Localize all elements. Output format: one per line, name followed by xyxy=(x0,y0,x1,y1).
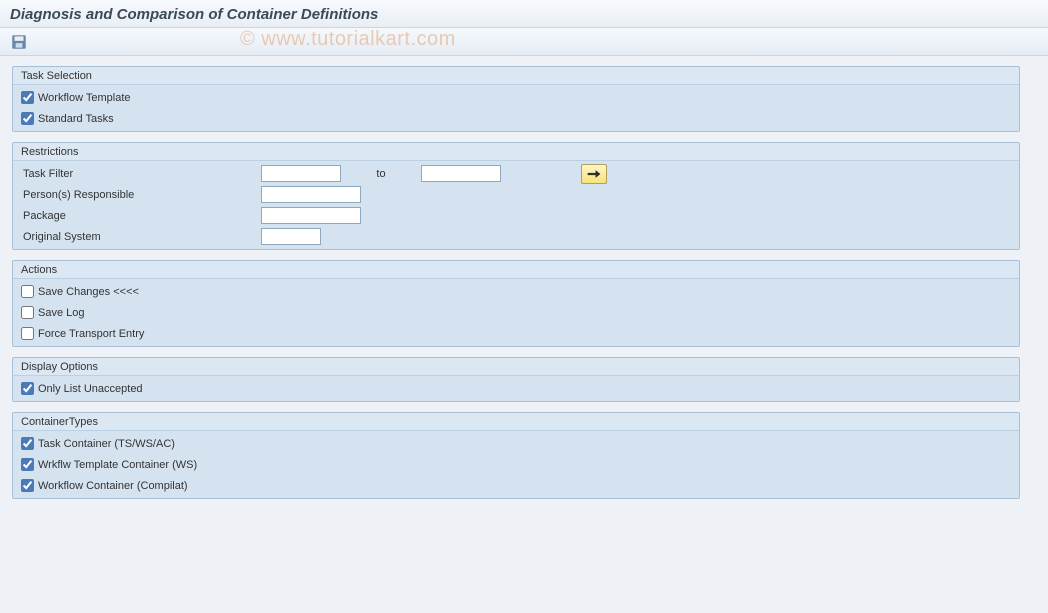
titlebar: Diagnosis and Comparison of Container De… xyxy=(0,0,1048,28)
checkbox-label: Force Transport Entry xyxy=(38,328,144,340)
input-persons-responsible[interactable] xyxy=(261,186,361,203)
checkbox-only-list-unaccepted-label[interactable]: Only List Unaccepted xyxy=(21,382,143,395)
content-area: Task Selection Workflow Template Standar… xyxy=(0,56,1048,519)
checkbox-label: Save Changes <<<< xyxy=(38,286,139,298)
checkbox-workflow-template[interactable] xyxy=(21,91,34,104)
label-package: Package xyxy=(21,210,261,222)
group-title: Display Options xyxy=(13,358,1019,375)
checkbox-label: Save Log xyxy=(38,307,84,319)
label-original-system: Original System xyxy=(21,231,261,243)
input-original-system[interactable] xyxy=(261,228,321,245)
group-title: Actions xyxy=(13,261,1019,278)
checkbox-label: Only List Unaccepted xyxy=(38,383,143,395)
checkbox-workflow-container[interactable] xyxy=(21,479,34,492)
group-restrictions: Restrictions Task Filter to Person(s) Re… xyxy=(12,142,1020,250)
group-title: ContainerTypes xyxy=(13,413,1019,430)
arrow-right-icon xyxy=(587,168,601,180)
checkbox-standard-tasks[interactable] xyxy=(21,112,34,125)
checkbox-save-changes[interactable] xyxy=(21,285,34,298)
checkbox-label: Wrkflw Template Container (WS) xyxy=(38,459,197,471)
checkbox-label: Workflow Template xyxy=(38,92,131,104)
checkbox-workflow-container-label[interactable]: Workflow Container (Compilat) xyxy=(21,479,188,492)
page-title: Diagnosis and Comparison of Container De… xyxy=(10,6,1038,23)
label-task-filter: Task Filter xyxy=(21,168,261,180)
checkbox-save-changes-label[interactable]: Save Changes <<<< xyxy=(21,285,139,298)
save-icon[interactable] xyxy=(10,33,28,51)
group-title: Task Selection xyxy=(13,67,1019,84)
checkbox-task-container-label[interactable]: Task Container (TS/WS/AC) xyxy=(21,437,175,450)
input-task-filter-from[interactable] xyxy=(261,165,341,182)
checkbox-save-log[interactable] xyxy=(21,306,34,319)
checkbox-task-container[interactable] xyxy=(21,437,34,450)
checkbox-standard-tasks-label[interactable]: Standard Tasks xyxy=(21,112,114,125)
group-title: Restrictions xyxy=(13,143,1019,160)
toolbar xyxy=(0,28,1048,56)
label-to: to xyxy=(341,168,421,180)
checkbox-force-transport[interactable] xyxy=(21,327,34,340)
checkbox-label: Task Container (TS/WS/AC) xyxy=(38,438,175,450)
checkbox-workflow-template-label[interactable]: Workflow Template xyxy=(21,91,131,104)
checkbox-force-transport-label[interactable]: Force Transport Entry xyxy=(21,327,144,340)
checkbox-wrkflw-template-container[interactable] xyxy=(21,458,34,471)
multiple-selection-button[interactable] xyxy=(581,164,607,184)
group-display-options: Display Options Only List Unaccepted xyxy=(12,357,1020,402)
group-actions: Actions Save Changes <<<< Save Log Force… xyxy=(12,260,1020,347)
checkbox-only-list-unaccepted[interactable] xyxy=(21,382,34,395)
input-task-filter-to[interactable] xyxy=(421,165,501,182)
group-task-selection: Task Selection Workflow Template Standar… xyxy=(12,66,1020,132)
checkbox-label: Standard Tasks xyxy=(38,113,114,125)
label-persons-responsible: Person(s) Responsible xyxy=(21,189,261,201)
checkbox-wrkflw-template-container-label[interactable]: Wrkflw Template Container (WS) xyxy=(21,458,197,471)
input-package[interactable] xyxy=(261,207,361,224)
checkbox-label: Workflow Container (Compilat) xyxy=(38,480,188,492)
group-container-types: ContainerTypes Task Container (TS/WS/AC)… xyxy=(12,412,1020,499)
checkbox-save-log-label[interactable]: Save Log xyxy=(21,306,84,319)
